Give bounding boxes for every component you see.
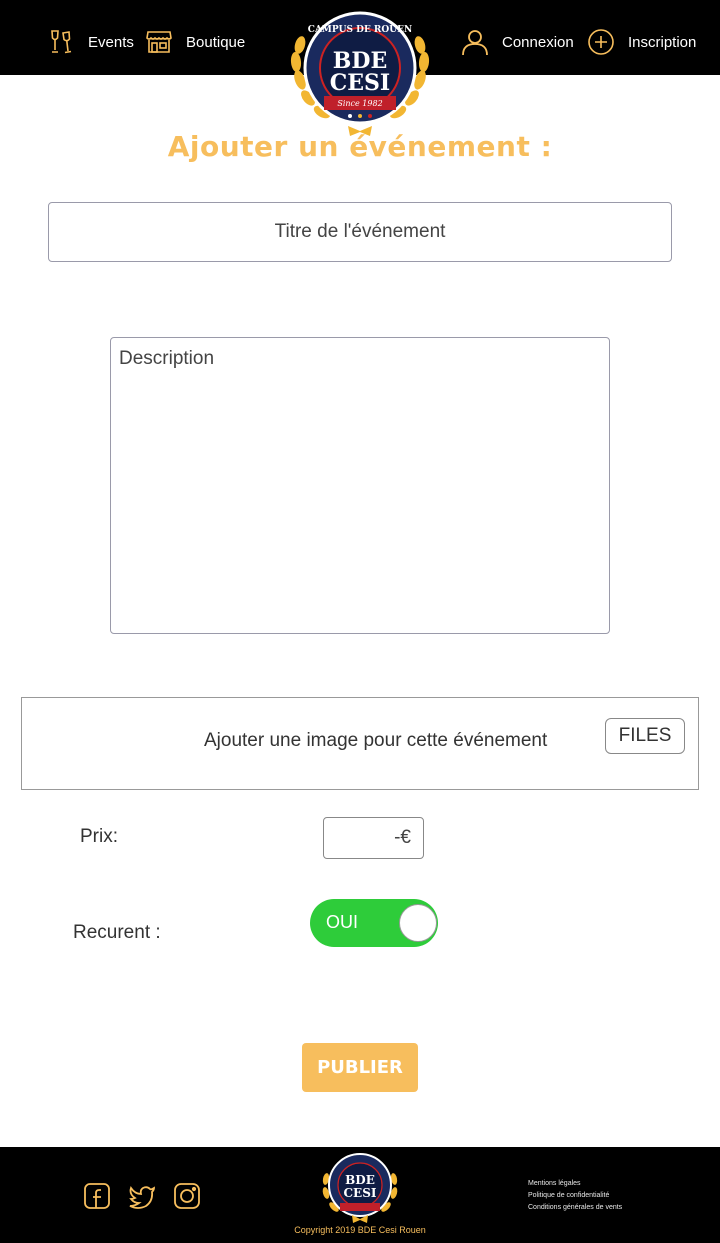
- footer-logo-line1: BDE: [345, 1173, 375, 1187]
- legal-links: Mentions légales Politique de confidenti…: [528, 1178, 622, 1214]
- copyright-text: Copyright 2019 BDE Cesi Rouen: [294, 1225, 426, 1235]
- store-icon: [144, 27, 174, 57]
- nav-connexion-label: Connexion: [502, 33, 574, 51]
- event-title-input[interactable]: [48, 202, 672, 262]
- logo-top-text: CAMPUS DE ROUEN: [308, 25, 412, 35]
- logo-ribbon: Since 1982: [337, 99, 382, 108]
- image-upload-label: Ajouter une image pour cette événement: [204, 730, 548, 751]
- description-textarea[interactable]: [110, 337, 610, 634]
- recurent-toggle-text: OUI: [326, 912, 359, 932]
- instagram-icon[interactable]: [173, 1182, 201, 1210]
- nav-boutique-label: Boutique: [186, 33, 246, 51]
- nav-inscription-label: Inscription: [628, 33, 697, 51]
- champagne-glasses-icon: [46, 27, 76, 57]
- legal-link-cgv[interactable]: Conditions générales de vents: [528, 1202, 622, 1214]
- plus-circle-icon: [586, 27, 616, 57]
- recurent-label: Recurent :: [73, 922, 161, 943]
- logo-line2: CESI: [330, 70, 390, 96]
- bde-cesi-logo[interactable]: CAMPUS DE ROUEN BDE CESI Since 1982: [286, 10, 434, 138]
- twitter-icon[interactable]: [128, 1182, 156, 1210]
- nav-events[interactable]: Events: [46, 24, 134, 60]
- prix-input[interactable]: [323, 817, 424, 859]
- publish-button[interactable]: PUBLIER: [302, 1043, 418, 1092]
- nav-connexion[interactable]: Connexion: [460, 24, 574, 60]
- image-upload-box: Ajouter une image pour cette événement F…: [21, 697, 699, 790]
- files-button[interactable]: FILES: [605, 718, 685, 754]
- footer-logo-line2: CESI: [344, 1186, 377, 1200]
- toggle-knob: [399, 904, 437, 942]
- footer-logo[interactable]: BDE CESI: [318, 1153, 402, 1225]
- recurent-toggle[interactable]: OUI: [310, 899, 438, 947]
- user-icon: [460, 27, 490, 57]
- legal-link-mentions[interactable]: Mentions légales: [528, 1178, 622, 1190]
- prix-label: Prix:: [80, 826, 118, 847]
- site-footer: BDE CESI Copyright 2019 BDE Cesi Rouen M…: [0, 1147, 720, 1243]
- nav-inscription[interactable]: Inscription: [586, 24, 696, 60]
- nav-boutique[interactable]: Boutique: [144, 24, 245, 60]
- nav-events-label: Events: [88, 33, 134, 51]
- legal-link-privacy[interactable]: Politique de confidentialité: [528, 1190, 622, 1202]
- facebook-icon[interactable]: [83, 1182, 111, 1210]
